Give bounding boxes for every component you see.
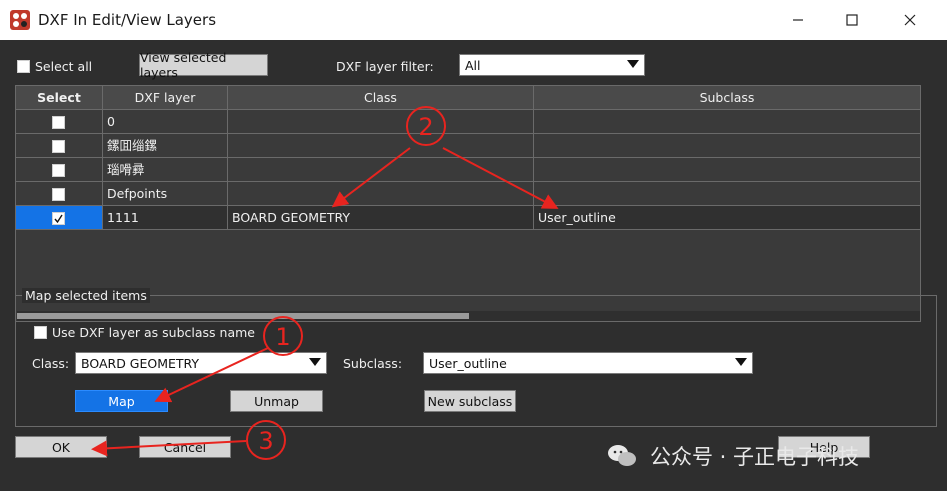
unmap-button[interactable]: Unmap [230,390,323,412]
row-subclass-cell[interactable] [534,110,920,133]
window-title: DXF In Edit/View Layers [38,11,217,29]
wechat-icon [608,445,636,466]
cancel-button[interactable]: Cancel [139,436,231,458]
ok-button[interactable]: OK [15,436,107,458]
map-group-title: Map selected items [22,288,150,303]
row-layer-cell[interactable]: 1111 [103,206,228,229]
row-subclass-cell[interactable] [534,134,920,157]
minimize-button[interactable] [769,0,827,40]
view-selected-layers-button[interactable]: View selected layers [139,50,268,80]
layer-table: Select DXF layer Class Subclass 0 鏍囬缁鏍 瑙… [15,85,921,322]
select-all-label: Select all [35,59,93,74]
row-subclass-cell[interactable]: User_outline [534,206,920,229]
row-checkbox[interactable] [52,140,65,153]
row-select-cell[interactable] [16,206,103,229]
row-checkbox[interactable] [52,116,65,129]
column-header-dxf-layer[interactable]: DXF layer [103,86,228,110]
column-header-class[interactable]: Class [228,86,534,110]
column-header-subclass[interactable]: Subclass [534,86,920,110]
row-select-cell[interactable] [16,134,103,157]
row-class-cell[interactable] [228,110,534,133]
maximize-button[interactable] [823,0,881,40]
app-icon [10,10,30,30]
new-subclass-button[interactable]: New subclass [424,390,516,412]
chevron-down-icon [735,358,747,366]
map-button[interactable]: Map [75,390,168,412]
title-bar: DXF In Edit/View Layers [0,0,947,40]
table-row[interactable]: Defpoints [16,182,920,206]
row-layer-cell[interactable]: Defpoints [103,182,228,205]
use-dxf-layer-checkbox[interactable] [34,326,47,339]
watermark-text: 公众号 · 子正电子科技 [650,445,860,469]
row-class-cell[interactable] [228,182,534,205]
table-row[interactable]: 鏍囬缁鏍 [16,134,920,158]
row-class-cell[interactable] [228,134,534,157]
row-checkbox[interactable] [52,164,65,177]
row-class-cell[interactable] [228,158,534,181]
row-select-cell[interactable] [16,110,103,133]
row-class-cell[interactable]: BOARD GEOMETRY [228,206,534,229]
table-row[interactable]: 0 [16,110,920,134]
row-checkbox[interactable] [52,188,65,201]
maximize-icon [846,14,858,26]
subclass-value: User_outline [429,356,507,371]
chevron-down-icon [309,358,321,366]
close-button[interactable] [881,0,939,40]
row-subclass-cell[interactable] [534,182,920,205]
use-dxf-layer-label: Use DXF layer as subclass name [52,325,255,340]
close-icon [904,14,916,26]
dxf-layer-filter-combo[interactable]: All [459,54,645,76]
select-all-checkbox[interactable] [17,60,30,73]
dxf-layer-filter-value: All [465,58,481,73]
row-layer-cell[interactable]: 0 [103,110,228,133]
row-checkbox-checked[interactable] [52,212,65,225]
column-header-select[interactable]: Select [16,86,103,110]
subclass-label: Subclass: [343,356,403,371]
minimize-icon [793,19,803,21]
class-label: Class: [32,356,70,371]
row-select-cell[interactable] [16,158,103,181]
table-row[interactable]: 瑙嗗彛 [16,158,920,182]
checkmark-icon [54,214,63,224]
dxf-layer-filter-label: DXF layer filter: [336,59,434,74]
row-subclass-cell[interactable] [534,158,920,181]
row-layer-cell[interactable]: 瑙嗗彛 [103,158,228,181]
row-layer-cell[interactable]: 鏍囬缁鏍 [103,134,228,157]
class-combo[interactable]: BOARD GEOMETRY [75,352,327,374]
class-value: BOARD GEOMETRY [81,356,200,371]
table-row-selected[interactable]: 1111 BOARD GEOMETRY User_outline [16,206,920,230]
subclass-combo[interactable]: User_outline [423,352,753,374]
chevron-down-icon [627,60,639,68]
row-select-cell[interactable] [16,182,103,205]
dialog-body: Select all View selected layers DXF laye… [0,40,947,491]
